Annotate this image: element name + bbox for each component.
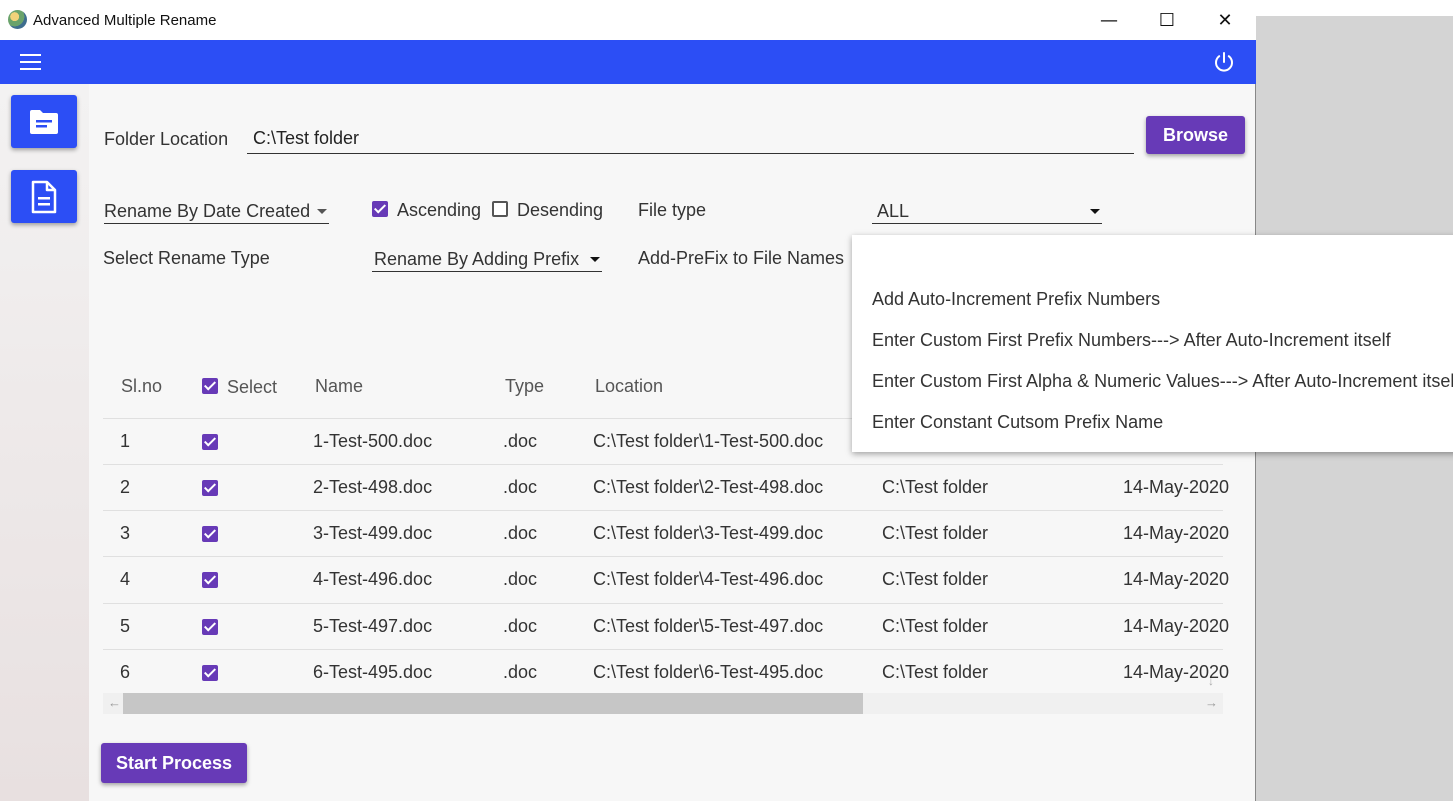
- row-select-checkbox[interactable]: [202, 665, 218, 681]
- row-type: .doc: [503, 523, 538, 543]
- row-select-checkbox[interactable]: [202, 572, 218, 588]
- file-type-select[interactable]: ALL: [872, 197, 1102, 224]
- column-header-select[interactable]: Select: [227, 377, 277, 398]
- row-location: C:\Test folder\3-Test-499.doc: [593, 523, 824, 543]
- ascending-label: Ascending: [397, 200, 482, 220]
- scroll-left-arrow-icon[interactable]: ←: [108, 695, 121, 710]
- table-row[interactable]: 3 3-Test-499.doc .doc C:\Test folder\3-T…: [103, 510, 1229, 556]
- row-type: .doc: [503, 477, 538, 497]
- row-folder: C:\Test folder: [882, 662, 989, 682]
- minimize-button[interactable]: —: [1080, 0, 1138, 40]
- table-row[interactable]: 4 4-Test-496.doc .doc C:\Test folder\4-T…: [103, 556, 1229, 602]
- select-all-checkbox[interactable]: [202, 378, 218, 394]
- row-date: 14-May-2020: [1123, 523, 1230, 543]
- row-slno: 5: [120, 616, 131, 636]
- scroll-down-arrow-icon[interactable]: ↓: [1208, 674, 1214, 688]
- chevron-down-icon: [590, 257, 600, 262]
- row-select-checkbox[interactable]: [202, 434, 218, 450]
- scroll-right-arrow-icon[interactable]: →: [1205, 695, 1218, 710]
- row-name: 1-Test-500.doc: [313, 431, 433, 451]
- row-select-checkbox[interactable]: [202, 480, 218, 496]
- power-icon[interactable]: [1212, 50, 1236, 74]
- add-prefix-label: Add-PreFix to File Names: [638, 248, 845, 268]
- title-bar: Advanced Multiple Rename — ☐ ✕: [0, 0, 1256, 40]
- file-type-value: ALL: [877, 201, 910, 221]
- row-folder: C:\Test folder: [882, 569, 989, 589]
- folder-location-input[interactable]: C:\Test folder: [247, 121, 1134, 154]
- chevron-down-icon: [1090, 209, 1100, 214]
- folder-location-label: Folder Location: [104, 129, 229, 149]
- row-slno: 6: [120, 662, 131, 682]
- descending-checkbox[interactable]: [492, 201, 508, 217]
- maximize-button[interactable]: ☐: [1138, 0, 1196, 40]
- prefix-option[interactable]: Enter Custom First Alpha & Numeric Value…: [872, 371, 1453, 392]
- row-date: 14-May-2020: [1123, 569, 1230, 589]
- column-header-name[interactable]: Name: [315, 376, 363, 397]
- row-type: .doc: [503, 662, 538, 682]
- table-row[interactable]: 5 5-Test-497.doc .doc C:\Test folder\5-T…: [103, 603, 1229, 649]
- folder-nav-button[interactable]: [11, 95, 77, 148]
- prefix-option[interactable]: Enter Constant Cutsom Prefix Name: [872, 412, 1163, 433]
- row-location: C:\Test folder\5-Test-497.doc: [593, 616, 824, 636]
- row-name: 2-Test-498.doc: [313, 477, 433, 497]
- document-nav-button[interactable]: [11, 170, 77, 223]
- row-slno: 2: [120, 477, 131, 497]
- row-slno: 4: [120, 569, 131, 589]
- row-name: 5-Test-497.doc: [313, 616, 433, 636]
- desktop-strip: [1256, 0, 1453, 16]
- row-folder: C:\Test folder: [882, 477, 989, 497]
- prefix-option[interactable]: Add Auto-Increment Prefix Numbers: [872, 289, 1160, 310]
- sort-by-value: Rename By Date Created: [104, 201, 311, 221]
- table-horizontal-scrollbar[interactable]: ← →: [103, 693, 1223, 714]
- table-row[interactable]: 6 6-Test-495.doc .doc C:\Test folder\6-T…: [103, 649, 1229, 693]
- row-folder: C:\Test folder: [882, 523, 989, 543]
- rename-type-value: Rename By Adding Prefix: [374, 249, 580, 269]
- column-header-type[interactable]: Type: [505, 376, 544, 397]
- row-location: C:\Test folder\2-Test-498.doc: [593, 477, 824, 497]
- app-bar: [0, 40, 1256, 84]
- window-title: Advanced Multiple Rename: [33, 12, 217, 29]
- start-process-button[interactable]: Start Process: [101, 743, 247, 783]
- row-name: 3-Test-499.doc: [313, 523, 433, 543]
- row-select-checkbox[interactable]: [202, 526, 218, 542]
- row-type: .doc: [503, 431, 538, 451]
- row-name: 6-Test-495.doc: [313, 662, 433, 682]
- row-location: C:\Test folder\4-Test-496.doc: [593, 569, 824, 589]
- row-folder: C:\Test folder: [882, 616, 989, 636]
- close-button[interactable]: ✕: [1196, 0, 1254, 40]
- row-type: .doc: [503, 569, 538, 589]
- row-slno: 1: [120, 431, 131, 451]
- descending-label: Desending: [517, 200, 604, 220]
- rename-type-label: Select Rename Type: [103, 248, 270, 268]
- row-name: 4-Test-496.doc: [313, 569, 433, 589]
- sort-by-select[interactable]: Rename By Date Created: [104, 197, 329, 224]
- column-header-location[interactable]: Location: [595, 376, 663, 397]
- prefix-option[interactable]: Enter Custom First Prefix Numbers---> Af…: [872, 330, 1391, 351]
- column-header-slno[interactable]: Sl.no: [121, 376, 162, 397]
- rename-type-select[interactable]: Rename By Adding Prefix: [372, 245, 602, 272]
- sidebar: [0, 84, 89, 801]
- file-type-label: File type: [638, 200, 707, 220]
- scrollbar-thumb[interactable]: [123, 693, 863, 714]
- folder-icon: [30, 109, 58, 134]
- row-slno: 3: [120, 523, 131, 543]
- row-location: C:\Test folder\6-Test-495.doc: [593, 662, 824, 682]
- table-row[interactable]: 2 2-Test-498.doc .doc C:\Test folder\2-T…: [103, 464, 1229, 510]
- chevron-down-icon: [317, 209, 327, 214]
- row-type: .doc: [503, 616, 538, 636]
- row-date: 14-May-2020: [1123, 477, 1230, 497]
- row-select-checkbox[interactable]: [202, 619, 218, 635]
- app-logo-icon: [8, 10, 27, 29]
- ascending-checkbox[interactable]: [372, 201, 388, 217]
- row-date: 14-May-2020: [1123, 616, 1230, 636]
- document-icon: [31, 180, 57, 213]
- browse-button[interactable]: Browse: [1146, 116, 1245, 154]
- prefix-options-dropdown: Add Auto-Increment Prefix Numbers Enter …: [852, 235, 1453, 452]
- hamburger-menu-icon[interactable]: [20, 54, 41, 70]
- row-location: C:\Test folder\1-Test-500.doc: [593, 431, 824, 451]
